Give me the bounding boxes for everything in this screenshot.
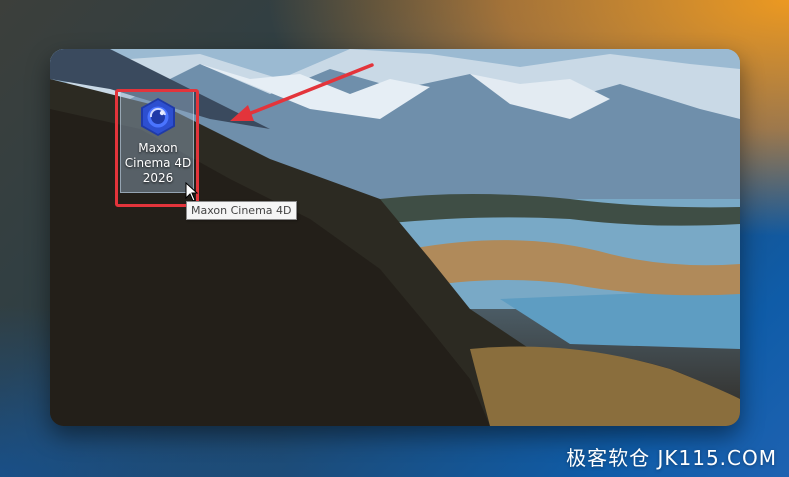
shortcut-tooltip: Maxon Cinema 4D bbox=[186, 201, 297, 220]
mouse-cursor-icon bbox=[185, 182, 199, 202]
desktop-window: Maxon Cinema 4D 2026 Maxon Cinema 4D bbox=[50, 49, 740, 426]
watermark-text: 极客软仓 JK115.COM bbox=[566, 446, 777, 470]
